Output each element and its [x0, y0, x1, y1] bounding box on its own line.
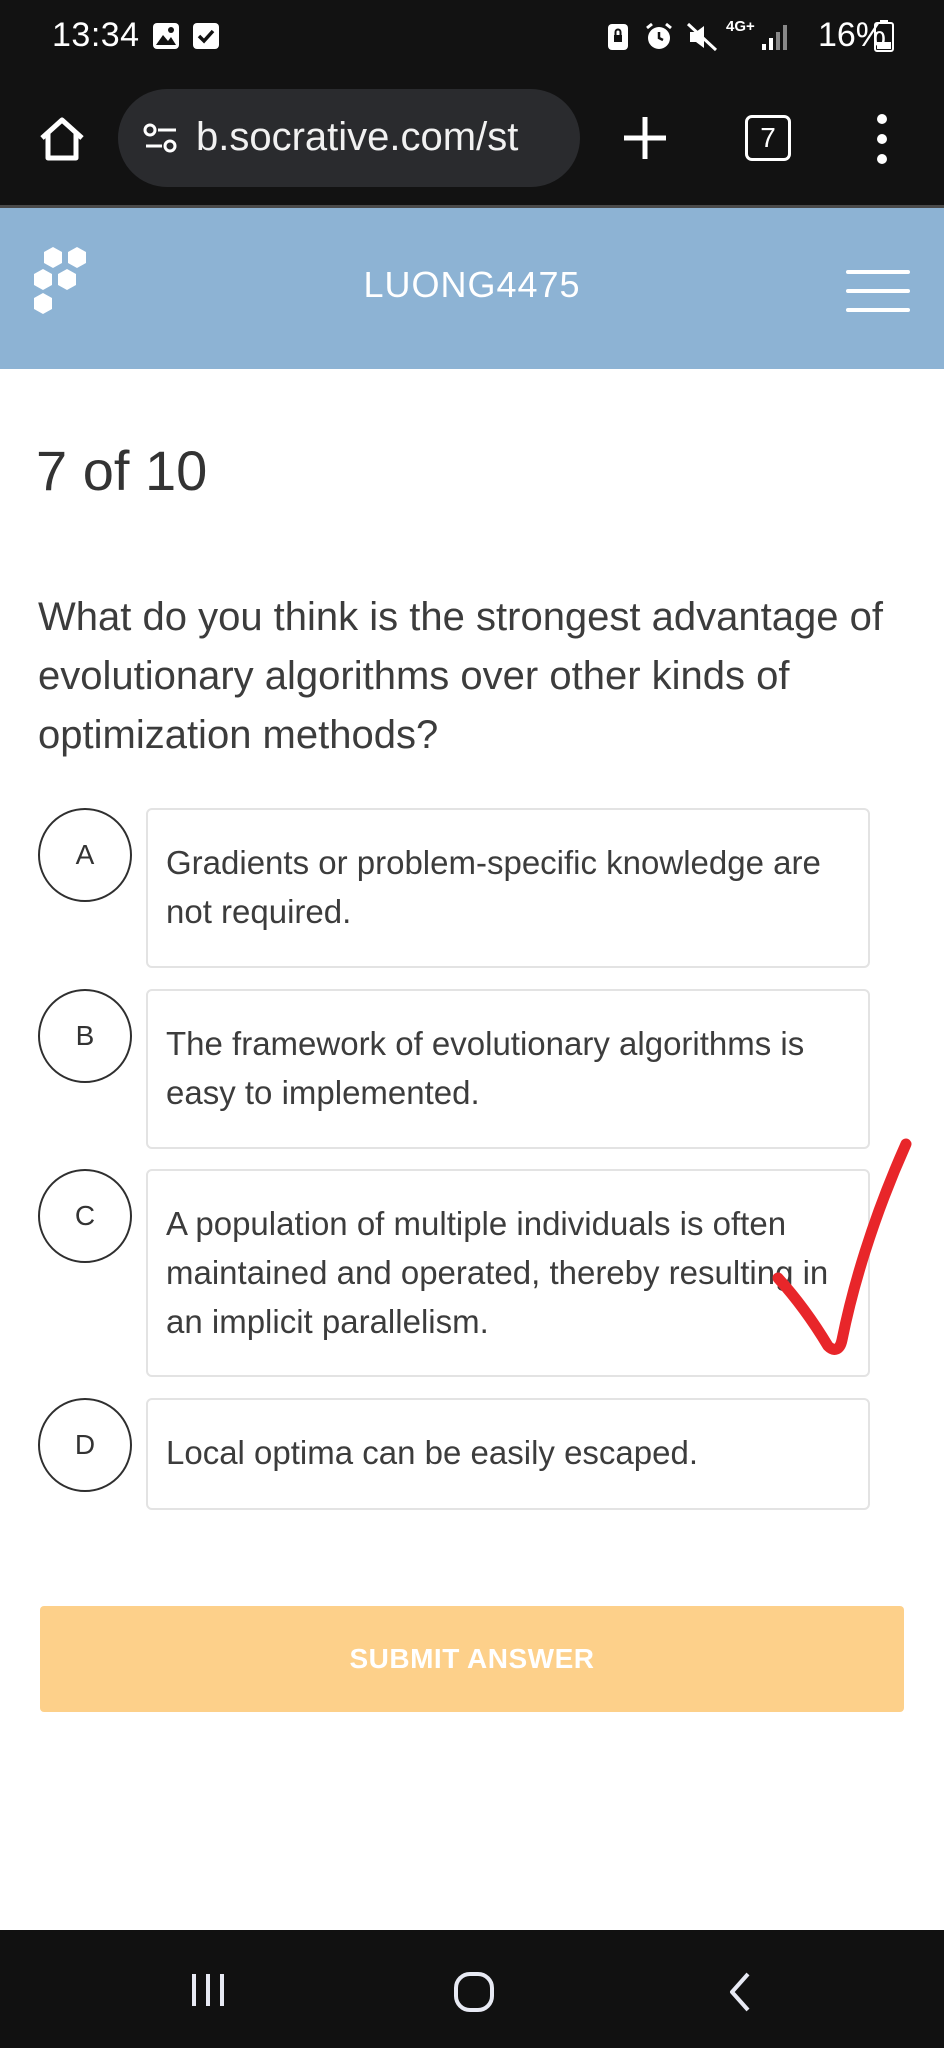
- room-name: LUONG4475: [363, 264, 581, 305]
- tune-icon[interactable]: [142, 119, 180, 157]
- status-bar: 13:34 4G+ 16%: [0, 0, 944, 75]
- answer-text[interactable]: Local optima can be easily escaped.: [146, 1398, 870, 1510]
- address-bar[interactable]: b.socrative.com/st: [118, 89, 580, 187]
- mute-icon: [686, 22, 718, 52]
- signal-icon: [762, 25, 787, 50]
- answer-text[interactable]: The framework of evolutionary algorithms…: [146, 989, 870, 1149]
- answer-text[interactable]: Gradients or problem-specific knowledge …: [146, 808, 870, 968]
- answer-letter[interactable]: C: [38, 1169, 132, 1263]
- answer-letter[interactable]: D: [38, 1398, 132, 1492]
- network-type: 4G+: [726, 18, 755, 35]
- tab-count: 7: [760, 122, 776, 153]
- home-icon[interactable]: [34, 111, 90, 167]
- tabs-icon[interactable]: 7: [745, 115, 791, 161]
- gallery-icon: [153, 23, 179, 49]
- status-time: 13:34: [52, 16, 140, 54]
- browser-toolbar: b.socrative.com/st 7: [0, 75, 944, 205]
- answer-letter[interactable]: A: [38, 808, 132, 902]
- alarm-icon: [646, 22, 672, 49]
- battery-icon: [874, 20, 894, 52]
- answer-letter[interactable]: B: [38, 989, 132, 1083]
- question-text: What do you think is the strongest advan…: [38, 595, 883, 757]
- red-check-mark: [772, 1138, 912, 1355]
- lock-icon: [608, 24, 628, 50]
- app-header: LUONG4475: [0, 205, 944, 369]
- check-icon: [193, 23, 219, 49]
- more-vert-icon[interactable]: [872, 111, 892, 167]
- submit-answer-button[interactable]: SUBMIT ANSWER: [40, 1606, 904, 1712]
- menu-icon[interactable]: [846, 270, 910, 316]
- url-text[interactable]: b.socrative.com/st: [196, 115, 518, 160]
- question-progress: 7 of 10: [36, 439, 208, 502]
- system-nav-bar: [0, 1930, 944, 2048]
- recent-apps-icon[interactable]: [188, 1970, 228, 2010]
- plus-icon[interactable]: [620, 113, 670, 163]
- home-nav-icon[interactable]: [452, 1970, 496, 2014]
- back-icon[interactable]: [724, 1970, 756, 2014]
